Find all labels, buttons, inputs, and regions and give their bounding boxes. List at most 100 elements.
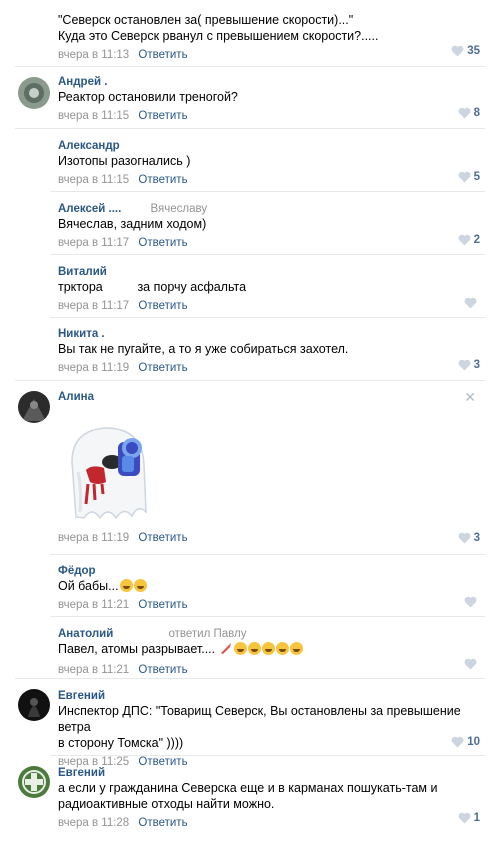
replied-to[interactable]: ответил Павлу bbox=[169, 628, 247, 640]
comment: Фёдор Ой бабы... вчера в 11:21 Ответить bbox=[0, 555, 500, 617]
comment-text: Вы так не пугайте, а то я уже собираться… bbox=[58, 342, 349, 356]
comment-time[interactable]: вчера в 11:19 bbox=[58, 532, 129, 544]
laugh-emoji-icon bbox=[289, 642, 303, 655]
comment-author-name[interactable]: Алексей .... bbox=[58, 203, 121, 215]
reply-button[interactable]: Ответить bbox=[138, 174, 187, 186]
heart-icon bbox=[458, 171, 471, 183]
laugh-emoji-icon bbox=[247, 642, 261, 655]
comment: Виталий трктора за порчу асфальта вчера … bbox=[0, 255, 500, 318]
like-button[interactable]: 35 bbox=[451, 45, 480, 57]
like-count: 10 bbox=[467, 736, 480, 748]
like-button[interactable]: 10 bbox=[451, 736, 480, 748]
avatar[interactable] bbox=[18, 689, 50, 721]
comment: Андрей . Реактор остановили треногой? вч… bbox=[0, 67, 500, 129]
comment-text: Павел, атомы разрывает.... bbox=[58, 641, 480, 659]
reply-button[interactable]: Ответить bbox=[138, 237, 187, 249]
comment-text-line: а если у гражданина Северска еще и в кар… bbox=[58, 781, 438, 795]
laugh-emoji-icon bbox=[275, 642, 289, 655]
comment: "Северск остановлен за( превышение скоро… bbox=[0, 0, 500, 67]
rocket-emoji-icon bbox=[219, 642, 233, 659]
comment-text-line: Куда это Северск рванул с превышением ск… bbox=[58, 29, 379, 43]
heart-icon bbox=[458, 359, 471, 371]
comment-body: Евгений а если у гражданина Северска еще… bbox=[58, 766, 480, 830]
comment: Алексей .... Вячеславу Вячеслав, задним … bbox=[0, 192, 500, 255]
like-button[interactable]: 5 bbox=[458, 171, 480, 183]
avatar[interactable] bbox=[18, 391, 50, 423]
comment-body: Никита . Вы так не пугайте, а то я уже с… bbox=[58, 327, 480, 375]
comment-author[interactable]: Андрей . bbox=[58, 75, 480, 89]
comment-text-line: радиоактивные отходы найти можно. bbox=[58, 797, 275, 811]
comment-time[interactable]: вчера в 11:13 bbox=[58, 49, 129, 61]
comment-author: Алексей .... Вячеславу bbox=[58, 202, 480, 216]
reply-button[interactable]: Ответить bbox=[138, 532, 187, 544]
laugh-emoji-icon bbox=[133, 579, 147, 592]
comment-meta: вчера в 11:15 Ответить bbox=[58, 173, 480, 187]
smile-emoji-icon bbox=[119, 579, 133, 592]
comment-text: а если у гражданина Северска еще и в кар… bbox=[58, 780, 480, 812]
like-count: 3 bbox=[473, 359, 480, 371]
replied-to[interactable]: Вячеславу bbox=[151, 203, 208, 215]
comment-meta: вчера в 11:19 Ответить bbox=[58, 531, 480, 545]
heart-icon bbox=[458, 532, 471, 544]
like-button[interactable] bbox=[464, 596, 480, 608]
like-button[interactable]: 1 bbox=[458, 812, 480, 824]
like-button[interactable] bbox=[464, 297, 480, 309]
heart-icon bbox=[464, 658, 477, 670]
comment: Евгений а если у гражданина Северска еще… bbox=[0, 756, 500, 836]
comment-text: Изотопы разогнались ) bbox=[58, 154, 191, 168]
reply-button[interactable]: Ответить bbox=[138, 110, 187, 122]
avatar[interactable] bbox=[18, 77, 50, 109]
comment-time[interactable]: вчера в 11:21 bbox=[58, 599, 129, 611]
comment-time[interactable]: вчера в 11:15 bbox=[58, 110, 129, 122]
reply-button[interactable]: Ответить bbox=[138, 599, 187, 611]
comment-author-name[interactable]: Анатолий bbox=[58, 628, 113, 640]
comment: ✕ Алина вчера в 11:19 Ответить 3 bbox=[0, 381, 500, 555]
comment-author[interactable]: Виталий bbox=[58, 265, 480, 279]
comment-author[interactable]: Алина bbox=[58, 390, 480, 404]
comment-body: Анатолий ответил Павлу Павел, атомы разр… bbox=[58, 627, 480, 677]
comment-time[interactable]: вчера в 11:19 bbox=[58, 362, 129, 374]
reply-button[interactable]: Ответить bbox=[138, 300, 187, 312]
avatar[interactable] bbox=[18, 766, 50, 798]
comment-meta: вчера в 11:21 Ответить bbox=[58, 663, 480, 677]
like-button[interactable] bbox=[464, 658, 480, 670]
like-count: 5 bbox=[473, 171, 480, 183]
like-count: 35 bbox=[467, 45, 480, 57]
laugh-emoji-icon bbox=[261, 642, 275, 655]
comment-author[interactable]: Фёдор bbox=[58, 564, 480, 578]
comment-body: Виталий трктора за порчу асфальта вчера … bbox=[58, 265, 480, 313]
like-button[interactable]: 2 bbox=[458, 234, 480, 246]
like-button[interactable]: 3 bbox=[458, 532, 480, 544]
comment-time[interactable]: вчера в 11:17 bbox=[58, 300, 129, 312]
comment-author[interactable]: Александр bbox=[58, 139, 480, 153]
reply-button[interactable]: Ответить bbox=[138, 49, 187, 61]
comment-author[interactable]: Никита . bbox=[58, 327, 480, 341]
heart-icon bbox=[464, 596, 477, 608]
comment-time[interactable]: вчера в 11:17 bbox=[58, 237, 129, 249]
comment-body: Алина вчера в 11:19 Ответить bbox=[58, 390, 480, 545]
comment-time[interactable]: вчера в 11:28 bbox=[58, 817, 129, 829]
reply-button[interactable]: Ответить bbox=[138, 362, 187, 374]
comments-feed: "Северск остановлен за( превышение скоро… bbox=[0, 0, 500, 848]
comment-author[interactable]: Евгений bbox=[58, 689, 480, 703]
comment-author[interactable]: Евгений bbox=[58, 766, 480, 780]
comment-body: "Северск остановлен за( превышение скоро… bbox=[58, 12, 480, 62]
heart-icon bbox=[451, 45, 464, 57]
heart-icon bbox=[458, 107, 471, 119]
comment-time[interactable]: вчера в 11:15 bbox=[58, 174, 129, 186]
comment: Александр Изотопы разогнались ) вчера в … bbox=[0, 129, 500, 192]
comment-text: Ой бабы... bbox=[58, 578, 480, 594]
comment-meta: вчера в 11:15 Ответить bbox=[58, 109, 480, 123]
like-button[interactable]: 8 bbox=[458, 107, 480, 119]
comment-text: Реактор остановили треногой? bbox=[58, 90, 238, 104]
comment-text-line: Ой бабы... bbox=[58, 579, 119, 593]
comment-body: Алексей .... Вячеславу Вячеслав, задним … bbox=[58, 202, 480, 250]
comment-text: Инспектор ДПС: "Товарищ Северск, Вы оста… bbox=[58, 703, 480, 751]
reply-button[interactable]: Ответить bbox=[138, 664, 187, 676]
comment: Евгений Инспектор ДПС: "Товарищ Северск,… bbox=[0, 679, 500, 768]
like-button[interactable]: 3 bbox=[458, 359, 480, 371]
comment: Анатолий ответил Павлу Павел, атомы разр… bbox=[0, 617, 500, 679]
comment-time[interactable]: вчера в 11:21 bbox=[58, 664, 129, 676]
reply-button[interactable]: Ответить bbox=[138, 817, 187, 829]
heart-icon bbox=[464, 297, 477, 309]
